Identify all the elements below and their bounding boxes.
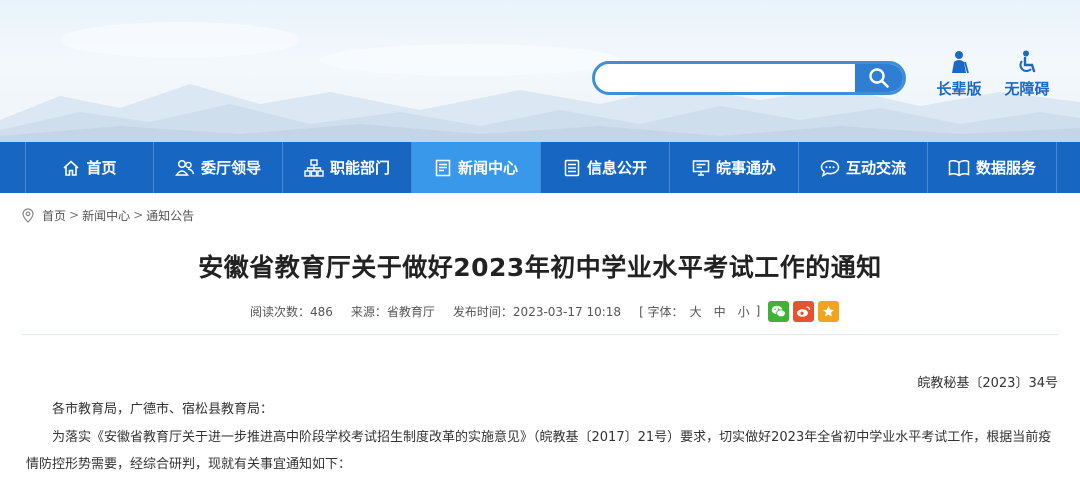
nav-item-departments[interactable]: 职能部门 bbox=[283, 142, 412, 193]
search-box bbox=[592, 61, 906, 95]
article-source: 来源：省教育厅 bbox=[350, 304, 435, 319]
nav-item-services[interactable]: 皖事通办 bbox=[670, 142, 799, 193]
weibo-icon bbox=[797, 305, 811, 317]
font-size-label: [ 字体： bbox=[639, 304, 684, 319]
publish-time: 发布时间：2023-03-17 10:18 bbox=[452, 304, 622, 319]
share-weibo-button[interactable] bbox=[793, 300, 815, 322]
main-nav: 首页 委厅领导 职能部门 新闻中心 信息公开 皖事通办 互动交流 数据服务 bbox=[0, 142, 1080, 193]
article-meta: 阅读次数：486 来源：省教育厅 发布时间：2023-03-17 10:18 [… bbox=[250, 300, 840, 322]
article-title: 安徽省教育厅关于做好2023年初中学业水平考试工作的通知 bbox=[198, 253, 882, 282]
article-paragraph: 为落实《安徽省教育厅关于进一步推进高中阶段学校考试招生制度改革的实施意见》（皖教… bbox=[26, 430, 1052, 472]
breadcrumb-separator: > bbox=[133, 208, 144, 222]
nav-item-info-disclosure[interactable]: 信息公开 bbox=[541, 142, 670, 193]
meta-divider bbox=[22, 334, 1058, 335]
book-icon bbox=[948, 159, 970, 176]
org-chart-icon bbox=[304, 158, 324, 177]
breadcrumb-news-center[interactable]: 新闻中心 bbox=[82, 207, 130, 224]
breadcrumb: 首页 > 新闻中心 > 通知公告 bbox=[22, 206, 194, 224]
view-count: 阅读次数：486 bbox=[250, 304, 333, 319]
chat-icon bbox=[820, 159, 840, 177]
accessibility-button[interactable]: 无障碍 bbox=[1000, 50, 1054, 99]
nav-item-label: 信息公开 bbox=[586, 159, 647, 177]
nav-item-label: 职能部门 bbox=[329, 159, 390, 177]
elder-mode-button[interactable]: 长辈版 bbox=[932, 50, 986, 99]
breadcrumb-home[interactable]: 首页 bbox=[42, 207, 66, 224]
mountain-scenery bbox=[0, 22, 1080, 142]
home-icon bbox=[63, 159, 80, 176]
nav-item-news[interactable]: 新闻中心 bbox=[412, 142, 541, 193]
elder-mode-label: 长辈版 bbox=[936, 80, 982, 98]
document-icon bbox=[435, 159, 451, 176]
nav-item-label: 新闻中心 bbox=[457, 159, 518, 177]
nav-item-label: 皖事通办 bbox=[715, 159, 776, 177]
font-size-small[interactable]: 小 bbox=[738, 303, 750, 320]
nav-item-leaders[interactable]: 委厅领导 bbox=[154, 142, 283, 193]
location-pin-icon bbox=[22, 207, 34, 223]
nav-item-home[interactable]: 首页 bbox=[25, 142, 154, 193]
font-size-end: ] bbox=[755, 304, 761, 318]
elder-icon bbox=[952, 51, 969, 74]
search-icon bbox=[869, 68, 889, 88]
nav-item-label: 数据服务 bbox=[975, 159, 1036, 177]
star-icon bbox=[823, 305, 835, 316]
search-input[interactable] bbox=[595, 64, 857, 92]
breadcrumb-separator: > bbox=[69, 208, 80, 222]
nav-item-data-services[interactable]: 数据服务 bbox=[928, 142, 1057, 193]
nav-item-interaction[interactable]: 互动交流 bbox=[799, 142, 928, 193]
wheelchair-icon bbox=[1019, 50, 1036, 73]
wechat-icon bbox=[771, 305, 787, 317]
accessibility-label: 无障碍 bbox=[1004, 80, 1050, 98]
font-size-medium[interactable]: 中 bbox=[714, 303, 726, 320]
article-salutation: 各市教育局，广德市、宿松县教育局： bbox=[52, 402, 274, 417]
nav-item-label: 首页 bbox=[86, 159, 117, 177]
nav-item-label: 委厅领导 bbox=[200, 159, 261, 177]
favorite-button[interactable] bbox=[818, 300, 840, 322]
nav-item-label: 互动交流 bbox=[845, 159, 906, 177]
users-icon bbox=[175, 159, 195, 176]
font-size-large[interactable]: 大 bbox=[690, 303, 702, 320]
document-number: 皖教秘基〔2023〕34号 bbox=[917, 376, 1058, 391]
search-button[interactable] bbox=[855, 64, 903, 92]
list-icon bbox=[564, 159, 580, 176]
header-banner: 长辈版 无障碍 bbox=[0, 0, 1080, 142]
breadcrumb-notices[interactable]: 通知公告 bbox=[146, 207, 194, 224]
monitor-icon bbox=[692, 159, 710, 176]
share-wechat-button[interactable] bbox=[768, 300, 790, 322]
